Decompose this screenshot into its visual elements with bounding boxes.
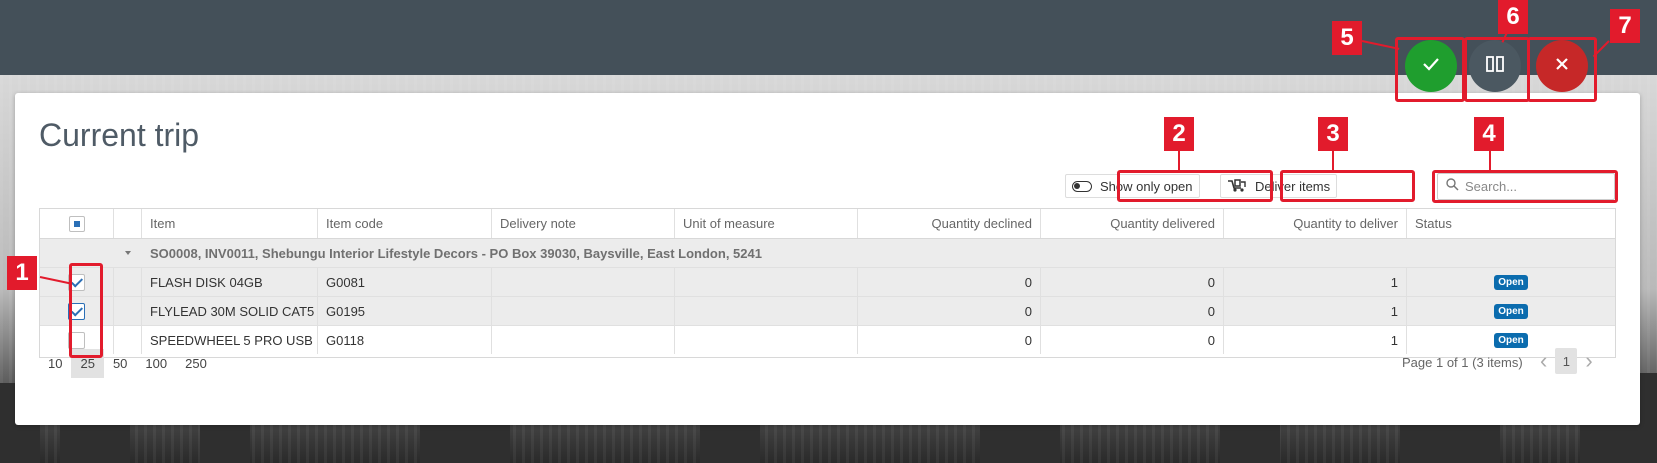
page-size-250[interactable]: 250	[176, 349, 216, 378]
page-button-1[interactable]: 1	[1555, 348, 1578, 374]
toggle-icon	[1072, 180, 1092, 192]
page-size-100[interactable]: 100	[136, 349, 176, 378]
cell-quantity-to-deliver: 1	[1224, 268, 1407, 296]
cell-quantity-to-deliver: 1	[1224, 326, 1407, 354]
annotation-tag-4: 4	[1474, 117, 1504, 151]
group-label: SO0008, INV0011, Shebungu Interior Lifes…	[150, 245, 762, 261]
cell-quantity-delivered: 0	[1041, 326, 1224, 354]
row-spacer	[114, 297, 142, 325]
cell-delivery-note	[492, 268, 675, 296]
cell-item-code: G0118	[318, 326, 492, 354]
cell-delivery-note	[492, 326, 675, 354]
select-all-cell	[40, 209, 114, 238]
column-header-unit-of-measure[interactable]: Unit of measure	[675, 209, 858, 238]
status-badge: Open	[1494, 274, 1528, 290]
row-spacer	[114, 268, 142, 296]
cell-quantity-delivered: 0	[1041, 268, 1224, 296]
cell-quantity-declined: 0	[858, 297, 1041, 325]
group-row[interactable]: SO0008, INV0011, Shebungu Interior Lifes…	[40, 239, 1615, 267]
cell-quantity-to-deliver: 1	[1224, 297, 1407, 325]
cell-item: FLYLEAD 30M SOLID CAT5	[142, 297, 318, 325]
cell-quantity-declined: 0	[858, 326, 1041, 354]
annotation-box-7	[1527, 37, 1597, 102]
cell-quantity-delivered: 0	[1041, 297, 1224, 325]
status-badge: Open	[1494, 332, 1528, 348]
column-header-delivery-note[interactable]: Delivery note	[492, 209, 675, 238]
column-header-item-code[interactable]: Item code	[318, 209, 492, 238]
column-header-quantity-declined[interactable]: Quantity declined	[858, 209, 1041, 238]
cell-delivery-note	[492, 297, 675, 325]
column-header-status[interactable]: Status	[1407, 209, 1615, 238]
grid-header-row: Item Item code Delivery note Unit of mea…	[40, 209, 1615, 239]
annotation-tag-6: 6	[1498, 0, 1528, 34]
column-header-item[interactable]: Item	[142, 209, 318, 238]
chevron-right-icon[interactable]: ›	[1585, 348, 1592, 374]
cell-status: Open	[1407, 268, 1615, 296]
annotation-box-4	[1432, 170, 1618, 203]
annotation-leader-3	[1332, 151, 1334, 173]
caret-down-icon	[125, 251, 131, 255]
table-row[interactable]: FLYLEAD 30M SOLID CAT5 G0195 0 0 1 Open	[40, 296, 1615, 325]
annotation-tag-5: 5	[1332, 21, 1362, 55]
trip-card: Current trip Show only open Deliver item…	[15, 93, 1640, 425]
cell-unit-of-measure	[675, 326, 858, 354]
status-badge: Open	[1494, 303, 1528, 319]
annotation-tag-1: 1	[7, 256, 37, 290]
expand-column-header	[114, 209, 142, 238]
trip-items-grid: Item Item code Delivery note Unit of mea…	[39, 208, 1616, 358]
annotation-leader-4	[1489, 151, 1491, 173]
cell-quantity-declined: 0	[858, 268, 1041, 296]
column-header-quantity-to-deliver[interactable]: Quantity to deliver	[1224, 209, 1407, 238]
column-header-quantity-delivered[interactable]: Quantity delivered	[1041, 209, 1224, 238]
annotation-box-2	[1117, 170, 1273, 202]
cell-unit-of-measure	[675, 297, 858, 325]
cell-status: Open	[1407, 297, 1615, 325]
annotation-tag-2: 2	[1164, 117, 1194, 151]
annotation-box-5	[1395, 37, 1465, 102]
cell-item-code: G0195	[318, 297, 492, 325]
cell-item-code: G0081	[318, 268, 492, 296]
page-size-10[interactable]: 10	[39, 349, 71, 378]
annotation-tag-3: 3	[1318, 117, 1348, 151]
chevron-left-icon[interactable]: ‹	[1540, 348, 1547, 374]
pager-info: Page 1 of 1 (3 items)	[1402, 355, 1523, 370]
cell-item: FLASH DISK 04GB	[142, 268, 318, 296]
annotation-leader-2	[1178, 151, 1180, 173]
table-row[interactable]: SPEEDWHEEL 5 PRO USB G0118 0 0 1 Open	[40, 325, 1615, 354]
annotation-box-1	[69, 263, 103, 358]
select-all-checkbox[interactable]	[68, 215, 85, 232]
page-title: Current trip	[39, 117, 200, 153]
annotation-box-3	[1280, 170, 1415, 202]
annotation-box-6	[1464, 37, 1530, 102]
page-size-selector: 10 25 50 100 250	[39, 349, 216, 378]
annotation-tag-7: 7	[1610, 9, 1640, 43]
table-row[interactable]: FLASH DISK 04GB G0081 0 0 1 Open	[40, 267, 1615, 296]
pager-nav: ‹ 1 ›	[1540, 348, 1593, 374]
group-collapse-toggle[interactable]	[114, 239, 142, 267]
cell-unit-of-measure	[675, 268, 858, 296]
page-size-50[interactable]: 50	[104, 349, 136, 378]
